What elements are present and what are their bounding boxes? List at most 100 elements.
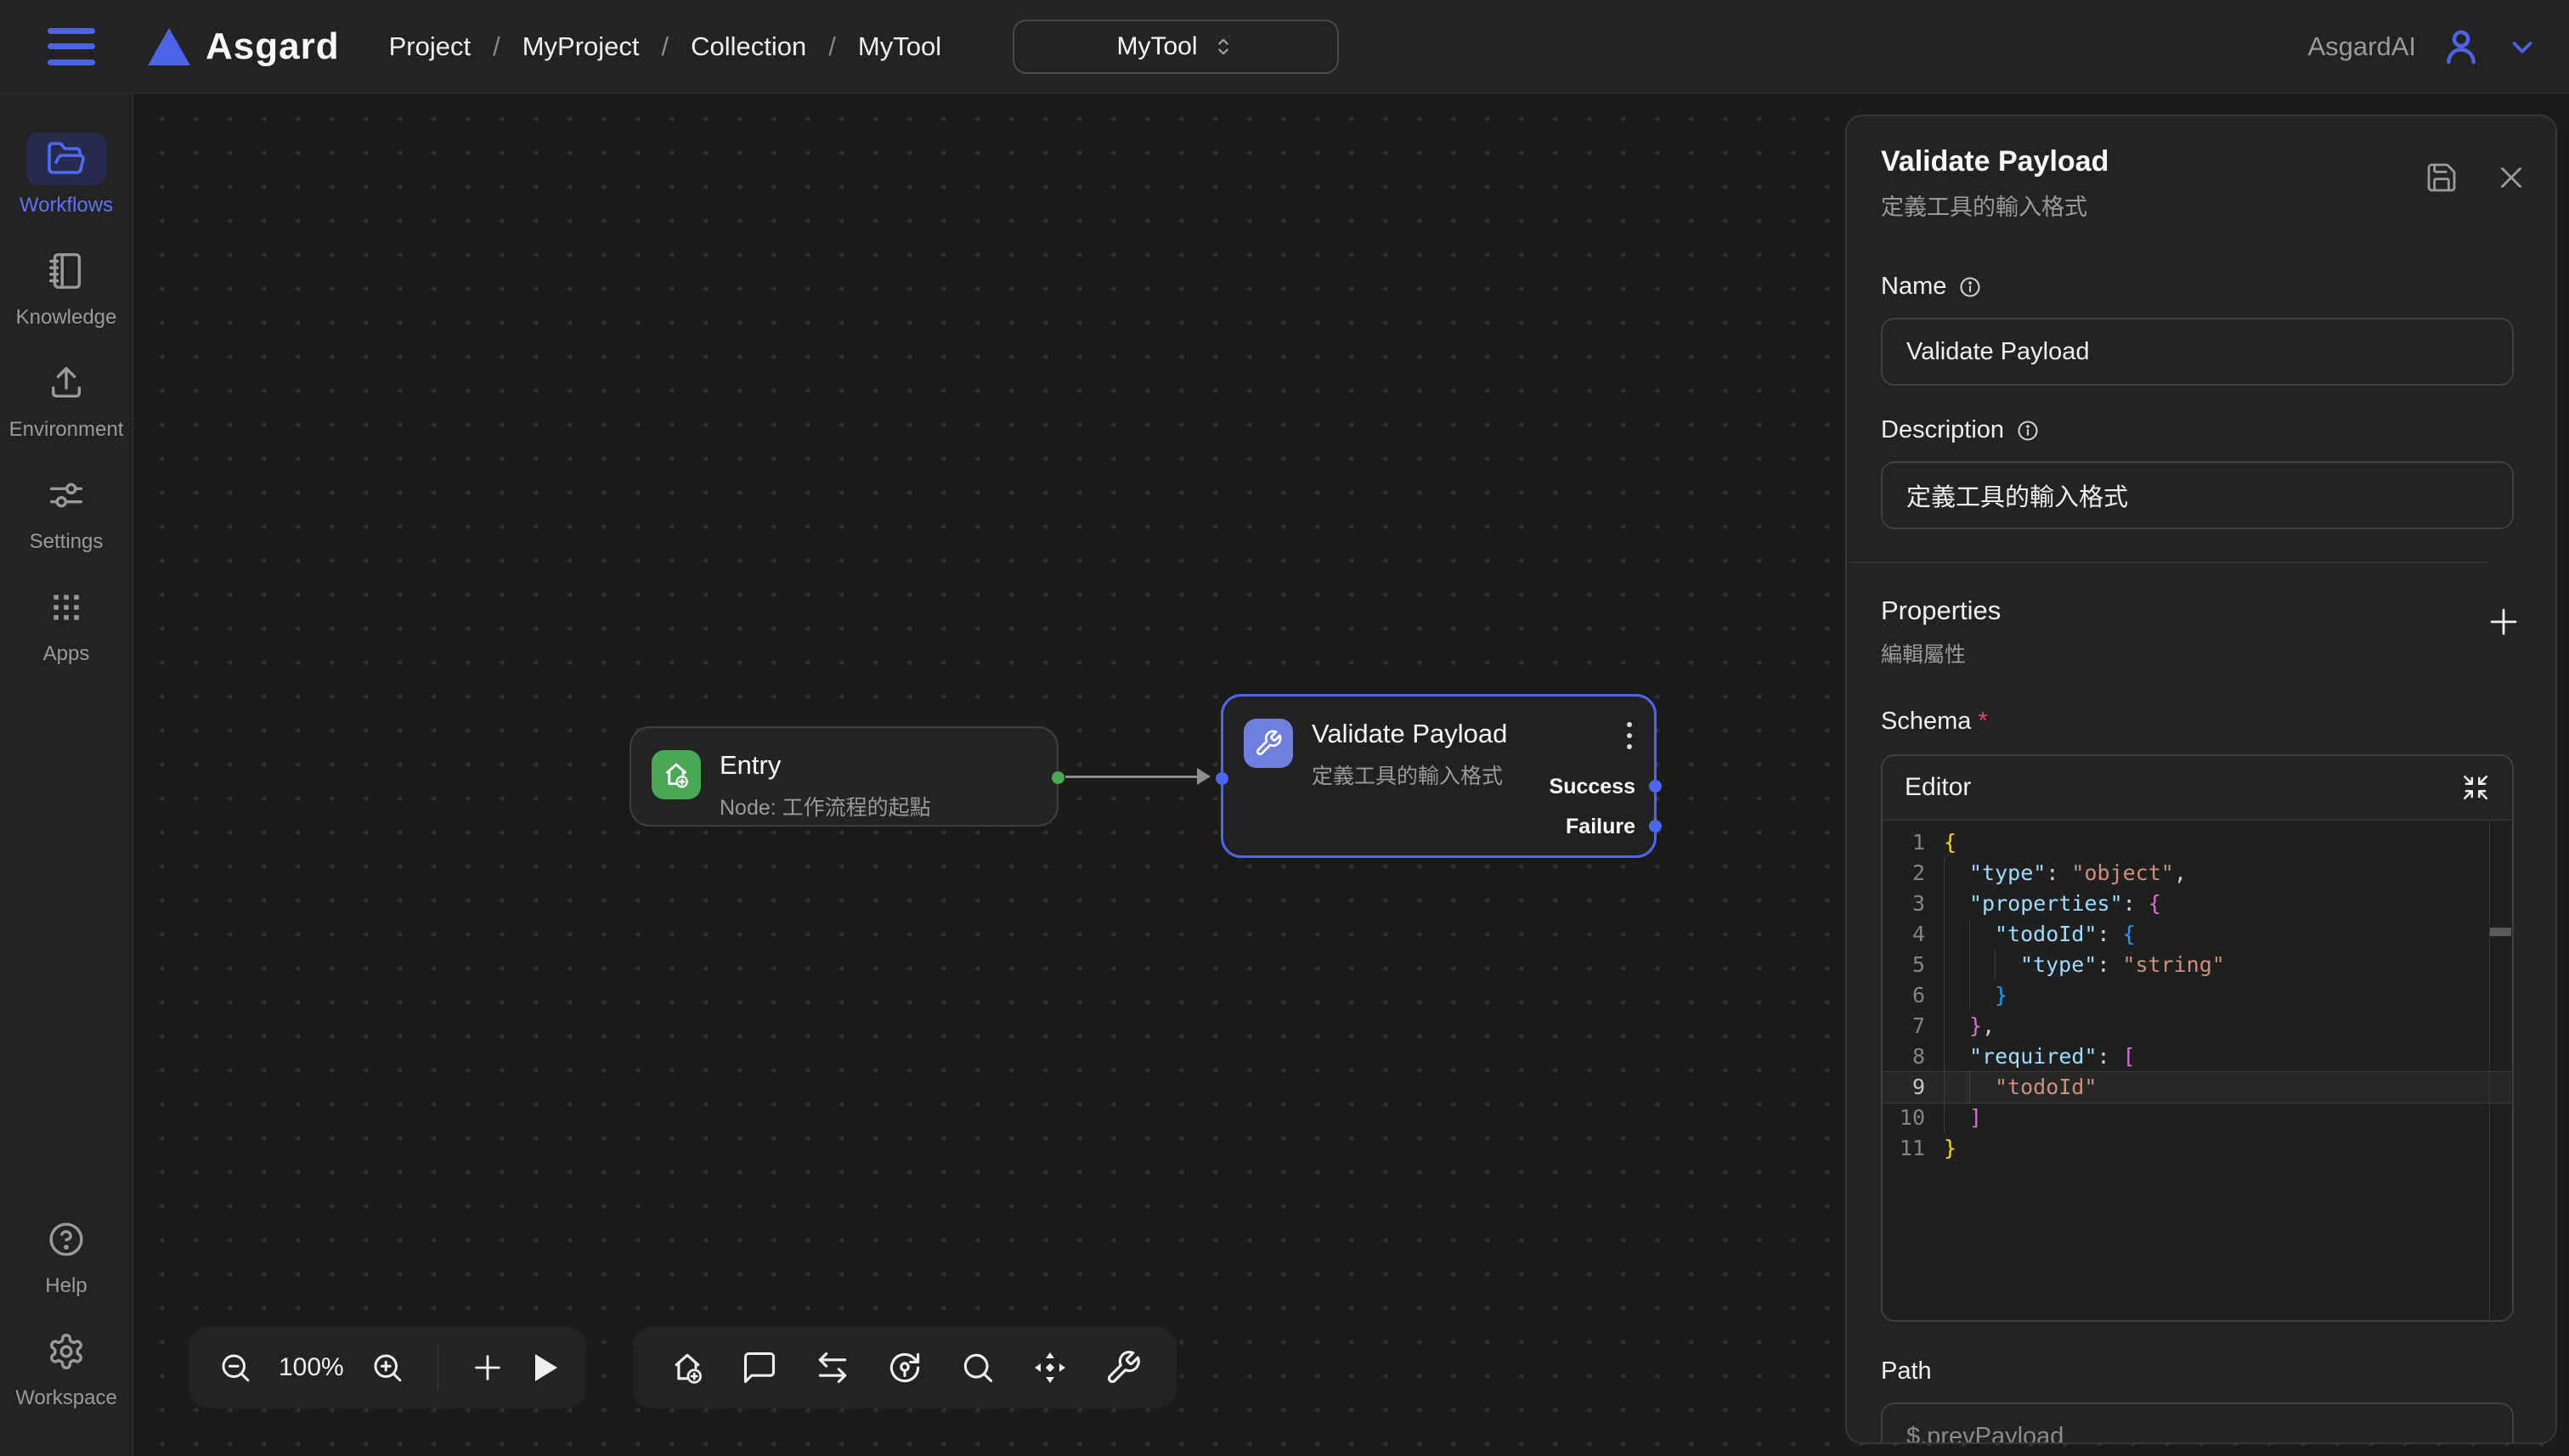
fit-view-button[interactable] [1031,1349,1069,1386]
name-input[interactable] [1881,318,2514,386]
description-input[interactable] [1881,461,2514,529]
sidebar-item-label: Apps [43,642,90,666]
tool-selector-value: MyTool [1116,32,1197,61]
info-icon[interactable] [1958,275,1982,299]
wrench-icon [1104,1349,1142,1386]
sidebar-item-label: Help [45,1274,87,1298]
description-field-label: Description [1881,416,2521,444]
code-line[interactable]: 7}, [1883,1011,2512,1041]
code-line[interactable]: 5"type": "string" [1883,950,2512,980]
code-line[interactable]: 11} [1883,1133,2512,1164]
info-icon[interactable] [2016,419,2040,443]
node-menu-kebab-icon[interactable] [1623,719,1635,753]
path-label-text: Path [1881,1357,1932,1385]
code-line[interactable]: 4"todoId": { [1883,919,2512,950]
code-editor[interactable]: 1{2"type": "object",3"properties": {4"to… [1883,821,2512,1320]
run-button[interactable] [530,1354,557,1381]
editor-scrollbar[interactable] [2489,821,2512,1320]
properties-label: Properties [1881,595,2001,626]
folder-open-icon [46,138,87,179]
user-avatar-icon[interactable] [2438,24,2484,70]
line-number: 5 [1883,950,1944,980]
node-subtitle: 定義工具的輸入格式 [1312,759,1503,790]
schema-label-row: Schema* [1881,708,2521,736]
edge-entry-to-validate[interactable] [1065,776,1200,778]
schema-editor: Editor 1{2"type": "object",3"properties"… [1881,754,2514,1322]
save-button[interactable] [2425,161,2459,195]
app: Asgard Project / MyProject / Collection … [0,0,2569,1456]
code-line[interactable]: 8"required": [ [1883,1041,2512,1072]
sidebar-item-knowledge[interactable]: Knowledge [16,245,117,330]
line-number: 6 [1883,980,1944,1011]
editor-scrollbar-thumb[interactable] [2490,928,2511,936]
code-line[interactable]: 9"todoId" [1883,1072,2512,1103]
path-input[interactable] [1881,1402,2514,1444]
tool-selector-dropdown[interactable]: MyTool [1013,20,1339,74]
validate-failure-port[interactable] [1649,820,1662,832]
name-field-label: Name [1881,273,2521,301]
code-line[interactable]: 6} [1883,980,2512,1011]
output-label-failure: Failure [1566,815,1635,839]
sidebar-item-label: Knowledge [16,306,117,330]
node-entry[interactable]: Entry Node: 工作流程的起點 [630,726,1059,827]
sidebar-item-settings[interactable]: Settings [26,469,106,554]
chevrons-up-down-icon [1211,35,1235,59]
hamburger-menu-icon[interactable] [48,28,95,65]
node-validate-payload[interactable]: Validate Payload 定義工具的輸入格式 Success Failu… [1221,694,1657,858]
editor-header: Editor [1883,756,2512,821]
sidebar-item-workspace[interactable]: Workspace [15,1325,117,1410]
zoom-in-button[interactable] [370,1350,405,1385]
sidebar-item-help[interactable]: Help [26,1213,106,1298]
node-subtitle: Node: 工作流程的起點 [720,791,931,821]
auto-arrange-button[interactable] [886,1349,923,1386]
sidebar-item-label: Workspace [15,1386,117,1410]
breadcrumb-item-mytool[interactable]: MyTool [858,31,941,62]
comment-button[interactable] [741,1349,778,1386]
breadcrumb-item-project[interactable]: Project [389,31,471,62]
sidebar-item-environment[interactable]: Environment [9,357,124,442]
add-property-button[interactable] [2486,604,2521,640]
properties-sublabel: 編輯屬性 [1881,638,2001,669]
validate-success-port[interactable] [1649,780,1662,793]
add-button[interactable] [471,1351,505,1385]
add-entry-node-button[interactable] [669,1349,706,1386]
panel-body: Name Description Properties 編輯屬性 [1847,247,2555,1444]
logo[interactable]: Asgard [148,25,340,68]
left-right-arrows-icon [814,1349,851,1386]
grid-dots-icon [48,589,85,626]
swap-direction-button[interactable] [814,1349,851,1386]
logo-text: Asgard [206,25,340,68]
entry-output-port[interactable] [1052,771,1064,784]
tools-button[interactable] [1104,1349,1142,1386]
sidebar-item-workflows[interactable]: Workflows [20,133,113,217]
zoom-out-button[interactable] [217,1350,253,1385]
zoom-out-icon [217,1350,253,1385]
code-line[interactable]: 3"properties": { [1883,889,2512,919]
breadcrumb-separator: / [828,31,836,62]
sidebar-item-label: Workflows [20,194,113,217]
line-number: 11 [1883,1133,1944,1164]
sidebar-item-label: Settings [30,530,104,554]
node-title: Entry [720,750,781,781]
code-line[interactable]: 10] [1883,1103,2512,1133]
close-panel-button[interactable] [2496,162,2527,193]
sidebar-footer: Help Workspace [15,1213,117,1456]
code-line[interactable]: 2"type": "object", [1883,858,2512,889]
code-line[interactable]: 1{ [1883,827,2512,858]
environment-tile [26,357,106,409]
workspace-tile [26,1325,106,1378]
node-title: Validate Payload [1312,719,1507,749]
name-label-text: Name [1881,273,1946,301]
workflow-canvas[interactable]: Entry Node: 工作流程的起點 Validate Payload 定義工… [133,93,2569,1456]
account-chevron-down-icon[interactable] [2506,31,2538,63]
validate-input-port[interactable] [1216,772,1228,785]
breadcrumb: Project / MyProject / Collection / MyToo… [389,31,942,62]
editor-expand-button[interactable] [2461,773,2490,802]
search-button[interactable] [959,1349,997,1386]
zoom-in-icon [370,1350,405,1385]
breadcrumb-item-myproject[interactable]: MyProject [522,31,640,62]
breadcrumb-item-collection[interactable]: Collection [691,31,806,62]
sidebar-item-apps[interactable]: Apps [26,581,106,666]
line-number: 3 [1883,889,1944,919]
zoom-toolbar: 100% [189,1327,586,1408]
